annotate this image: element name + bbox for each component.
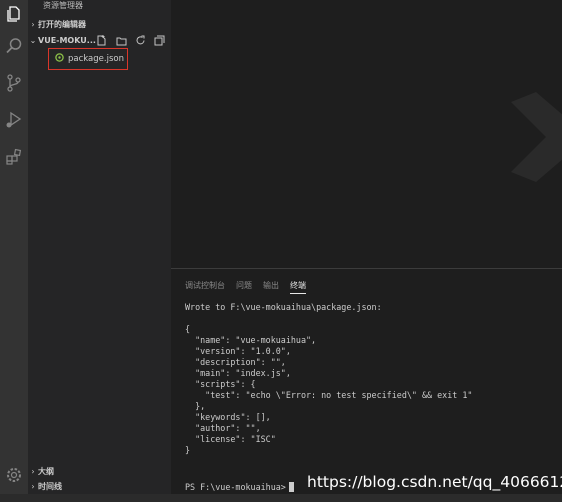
- chevron-right-icon: ›: [31, 482, 35, 491]
- tab-output[interactable]: 输出: [263, 280, 279, 291]
- terminal-cursor: [288, 482, 294, 492]
- settings-gear-icon[interactable]: [4, 465, 24, 485]
- tab-terminal[interactable]: 终端: [290, 280, 306, 294]
- search-icon[interactable]: [4, 36, 24, 56]
- outline-section[interactable]: › 大纲: [28, 465, 171, 479]
- outline-label: 大纲: [38, 467, 54, 476]
- timeline-label: 时间线: [38, 482, 62, 491]
- refresh-icon[interactable]: [135, 35, 146, 46]
- new-file-icon[interactable]: [96, 35, 107, 46]
- terminal-line: "name": "vue-mokuaihua",: [185, 335, 317, 345]
- tab-debug-console[interactable]: 调试控制台: [185, 280, 225, 291]
- collapse-all-icon[interactable]: [154, 35, 165, 46]
- terminal-line: "version": "1.0.0",: [185, 346, 291, 356]
- prompt-text: PS F:\vue-mokuaihua>: [185, 482, 286, 492]
- source-control-icon[interactable]: [4, 73, 24, 93]
- json-file-icon: [55, 53, 64, 62]
- folder-label: VUE-MOKU...: [38, 36, 96, 45]
- bottom-panel: 调试控制台 问题 输出 终端 Wrote to F:\vue-mokuaihua\pa…: [171, 268, 562, 502]
- status-bar: [0, 494, 562, 502]
- terminal-line: }: [185, 445, 191, 455]
- file-package-json[interactable]: package.json: [48, 48, 128, 70]
- open-editors-label: 打开的编辑器: [38, 20, 86, 29]
- terminal-line: "description": "",: [185, 357, 286, 367]
- terminal-line: "main": "index.js",: [185, 368, 291, 378]
- panel-tabs: 调试控制台 问题 输出 终端: [185, 280, 317, 294]
- activity-bar: [0, 0, 28, 502]
- explorer-sidebar: 资源管理器 › 打开的编辑器 ⌄ VUE-MOKU... package.json …: [28, 0, 171, 502]
- terminal-line: Wrote to F:\vue-mokuaihua\package.json:: [185, 302, 382, 312]
- vscode-logo-icon: [511, 92, 562, 182]
- terminal-line: "keywords": [],: [185, 412, 271, 422]
- open-editors-section[interactable]: › 打开的编辑器: [28, 18, 171, 32]
- editor-area: [171, 0, 562, 268]
- extensions-icon[interactable]: [4, 147, 24, 167]
- watermark: https://blog.csdn.net/qq_40666120: [307, 473, 562, 491]
- explorer-title: 资源管理器: [43, 1, 83, 10]
- file-label: package.json: [68, 54, 124, 64]
- terminal-line: "author": "",: [185, 423, 261, 433]
- chevron-down-icon: ⌄: [29, 36, 37, 45]
- terminal-line: },: [185, 401, 206, 411]
- new-folder-icon[interactable]: [116, 35, 127, 46]
- tab-problems[interactable]: 问题: [236, 280, 252, 291]
- terminal-line: "scripts": {: [185, 379, 256, 389]
- chevron-right-icon: ›: [31, 467, 35, 476]
- run-debug-icon[interactable]: [4, 110, 24, 130]
- chevron-right-icon: ›: [31, 20, 35, 29]
- files-icon[interactable]: [4, 4, 24, 24]
- terminal-line: {: [185, 324, 191, 334]
- terminal-prompt[interactable]: PS F:\vue-mokuaihua>: [185, 482, 294, 493]
- timeline-section[interactable]: › 时间线: [28, 480, 171, 494]
- terminal-line: "test": "echo \"Error: no test specified…: [185, 390, 473, 400]
- terminal-line: "license": "ISC": [185, 434, 276, 444]
